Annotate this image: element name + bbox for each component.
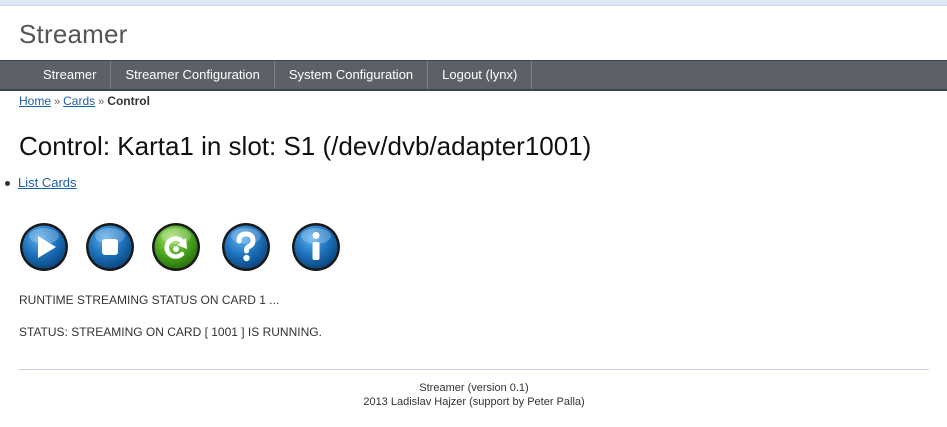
breadcrumb-cards-link[interactable]: Cards xyxy=(63,94,95,108)
info-icon xyxy=(292,223,340,271)
list-bullet xyxy=(5,181,10,187)
nav-item-streamer-configuration[interactable]: Streamer Configuration xyxy=(111,61,275,89)
play-icon xyxy=(20,223,68,271)
page-title: Control: Karta1 in slot: S1 (/dev/dvb/ad… xyxy=(19,131,592,161)
info-button[interactable] xyxy=(291,222,341,272)
footer-divider xyxy=(19,369,929,370)
top-accent-bar xyxy=(0,0,947,6)
breadcrumb-current: Control xyxy=(107,94,150,108)
footer: Streamer (version 0.1) 2013 Ladislav Haj… xyxy=(19,381,929,409)
app-title: Streamer xyxy=(19,19,128,49)
breadcrumb-home-link[interactable]: Home xyxy=(19,94,51,108)
action-links-list: List Cards xyxy=(5,175,77,190)
nav-item-system-configuration[interactable]: System Configuration xyxy=(275,61,429,89)
nav-item-streamer[interactable]: Streamer xyxy=(29,61,112,89)
runtime-status-text: RUNTIME STREAMING STATUS ON CARD 1 ... xyxy=(19,293,280,307)
list-cards-link[interactable]: List Cards xyxy=(18,175,77,190)
restart-button[interactable] xyxy=(151,222,201,272)
footer-credits: 2013 Ladislav Hajzer (support by Peter P… xyxy=(363,396,585,408)
breadcrumb: Home» Cards» Control xyxy=(19,94,150,108)
stop-icon xyxy=(86,223,134,271)
play-button[interactable] xyxy=(19,222,69,272)
streaming-status-text: STATUS: STREAMING ON CARD [ 1001 ] IS RU… xyxy=(19,325,322,339)
main-navigation: Streamer Streamer Configuration System C… xyxy=(0,60,947,91)
nav-item-logout[interactable]: Logout (lynx) xyxy=(428,61,533,89)
help-icon xyxy=(222,223,270,271)
restart-icon xyxy=(152,223,200,271)
footer-version: Streamer (version 0.1) xyxy=(419,382,529,394)
breadcrumb-separator: » xyxy=(54,96,61,108)
help-button[interactable] xyxy=(221,222,271,272)
breadcrumb-separator: » xyxy=(98,96,105,108)
stop-button[interactable] xyxy=(85,222,135,272)
